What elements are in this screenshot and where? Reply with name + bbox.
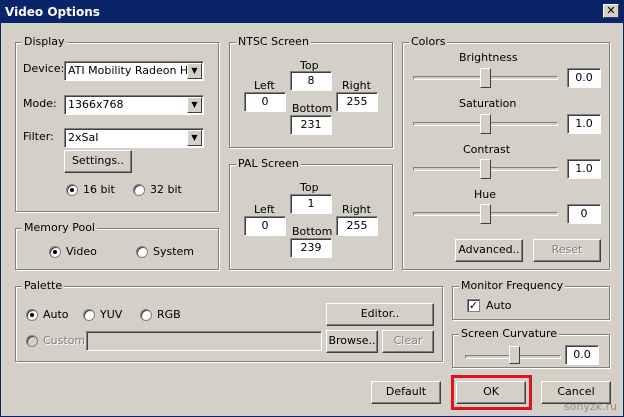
ntsc-bottom-label: Bottom bbox=[292, 102, 333, 115]
monitor-frequency-group: Monitor Frequency ✓ Auto bbox=[452, 279, 610, 320]
pal-right-input[interactable]: 255 bbox=[336, 216, 378, 236]
ntsc-right-label: Right bbox=[342, 79, 371, 92]
colors-group: Colors Brightness 0.0 Saturation 1.0 Con… bbox=[402, 35, 610, 270]
reset-button[interactable]: Reset bbox=[533, 239, 601, 262]
16-bit-radio[interactable] bbox=[66, 184, 78, 196]
chevron-down-icon[interactable]: ▼ bbox=[187, 97, 202, 113]
pal-bottom-input[interactable]: 239 bbox=[290, 238, 332, 258]
system-label: System bbox=[153, 245, 195, 258]
filter-select[interactable]: 2xSaI ▼ bbox=[64, 128, 204, 148]
saturation-label: Saturation bbox=[459, 97, 517, 110]
rgb-radio[interactable] bbox=[140, 309, 152, 321]
video-radio[interactable] bbox=[49, 246, 61, 258]
contrast-label: Contrast bbox=[463, 143, 511, 156]
watermark: sonyzk.ru bbox=[563, 400, 617, 413]
16-bit-label: 16 bit bbox=[83, 183, 115, 196]
screen-curvature-group: Screen Curvature 0.0 bbox=[452, 327, 610, 368]
ntsc-bottom-input[interactable]: 231 bbox=[290, 115, 332, 135]
ntsc-legend: NTSC Screen bbox=[236, 35, 311, 49]
pal-top-input[interactable]: 1 bbox=[290, 194, 332, 214]
yuv-radio[interactable] bbox=[83, 309, 95, 321]
editor-button[interactable]: Editor.. bbox=[326, 303, 434, 326]
settings-button[interactable]: Settings.. bbox=[64, 150, 132, 173]
32-bit-label: 32 bit bbox=[150, 183, 182, 196]
pal-left-input[interactable]: 0 bbox=[244, 216, 286, 236]
ntsc-left-label: Left bbox=[254, 79, 275, 92]
pal-screen-group: PAL Screen Top 1 Left 0 Right 255 Bottom… bbox=[229, 157, 393, 270]
rgb-label: RGB bbox=[157, 308, 181, 321]
curvature-value[interactable]: 0.0 bbox=[565, 345, 599, 365]
pal-right-label: Right bbox=[342, 203, 371, 216]
palette-legend: Palette bbox=[22, 279, 65, 293]
monitor-legend: Monitor Frequency bbox=[459, 279, 566, 293]
device-value: ATI Mobility Radeon HD bbox=[68, 64, 197, 77]
pal-legend: PAL Screen bbox=[236, 157, 301, 171]
curvature-legend: Screen Curvature bbox=[459, 327, 560, 341]
highlight-box bbox=[451, 375, 532, 410]
32-bit-radio[interactable] bbox=[133, 184, 145, 196]
custom-path-input[interactable] bbox=[86, 331, 322, 351]
hue-value[interactable]: 0 bbox=[567, 204, 601, 224]
saturation-slider[interactable] bbox=[480, 114, 491, 134]
chevron-down-icon[interactable]: ▼ bbox=[187, 130, 202, 146]
pal-left-label: Left bbox=[254, 203, 275, 216]
mode-label: Mode: bbox=[23, 97, 57, 110]
pal-bottom-label: Bottom bbox=[292, 225, 333, 238]
title-bar: Video Options ✕ bbox=[1, 1, 623, 23]
filter-label: Filter: bbox=[23, 130, 54, 143]
hue-label: Hue bbox=[474, 188, 497, 201]
monitor-auto-label: Auto bbox=[486, 299, 512, 312]
filter-value: 2xSaI bbox=[68, 131, 99, 144]
custom-radio[interactable] bbox=[26, 335, 38, 347]
curvature-slider[interactable] bbox=[509, 346, 520, 364]
device-select[interactable]: ATI Mobility Radeon HD ▼ bbox=[64, 61, 204, 81]
ntsc-top-input[interactable]: 8 bbox=[290, 71, 332, 91]
ntsc-left-input[interactable]: 0 bbox=[244, 92, 286, 112]
contrast-slider[interactable] bbox=[480, 159, 491, 179]
display-group: Display Device: ATI Mobility Radeon HD ▼… bbox=[15, 35, 219, 212]
video-label: Video bbox=[66, 245, 97, 258]
close-icon[interactable]: ✕ bbox=[603, 4, 619, 18]
auto-label: Auto bbox=[43, 308, 69, 321]
brightness-label: Brightness bbox=[459, 51, 518, 64]
memory-pool-group: Memory Pool Video System bbox=[15, 221, 219, 270]
palette-group: Palette Auto YUV RGB Editor.. Custom Bro… bbox=[15, 279, 443, 362]
chevron-down-icon[interactable]: ▼ bbox=[187, 63, 202, 79]
yuv-label: YUV bbox=[100, 308, 123, 321]
mode-select[interactable]: 1366x768 ▼ bbox=[64, 95, 204, 115]
device-label: Device: bbox=[23, 62, 65, 75]
clear-button[interactable]: Clear bbox=[382, 330, 434, 353]
system-radio[interactable] bbox=[136, 246, 148, 258]
colors-legend: Colors bbox=[409, 35, 448, 49]
ntsc-screen-group: NTSC Screen Top 8 Left 0 Right 255 Botto… bbox=[229, 35, 393, 148]
memory-legend: Memory Pool bbox=[22, 221, 97, 235]
pal-top-label: Top bbox=[300, 181, 319, 194]
mode-value: 1366x768 bbox=[68, 98, 124, 111]
auto-radio[interactable] bbox=[26, 309, 38, 321]
default-button[interactable]: Default bbox=[371, 381, 441, 404]
auto-checkbox[interactable]: ✓ bbox=[467, 299, 480, 312]
hue-slider[interactable] bbox=[480, 204, 491, 224]
advanced-button[interactable]: Advanced.. bbox=[455, 239, 523, 262]
video-options-dialog: Video Options ✕ Display Device: ATI Mobi… bbox=[0, 0, 624, 417]
contrast-value[interactable]: 1.0 bbox=[567, 159, 601, 179]
browse-button[interactable]: Browse.. bbox=[326, 330, 378, 353]
ntsc-right-input[interactable]: 255 bbox=[336, 92, 378, 112]
custom-label: Custom bbox=[43, 334, 86, 347]
display-legend: Display bbox=[22, 35, 67, 49]
window-title: Video Options bbox=[5, 5, 100, 19]
brightness-slider[interactable] bbox=[480, 68, 491, 88]
saturation-value[interactable]: 1.0 bbox=[567, 114, 601, 134]
brightness-value[interactable]: 0.0 bbox=[567, 68, 601, 88]
